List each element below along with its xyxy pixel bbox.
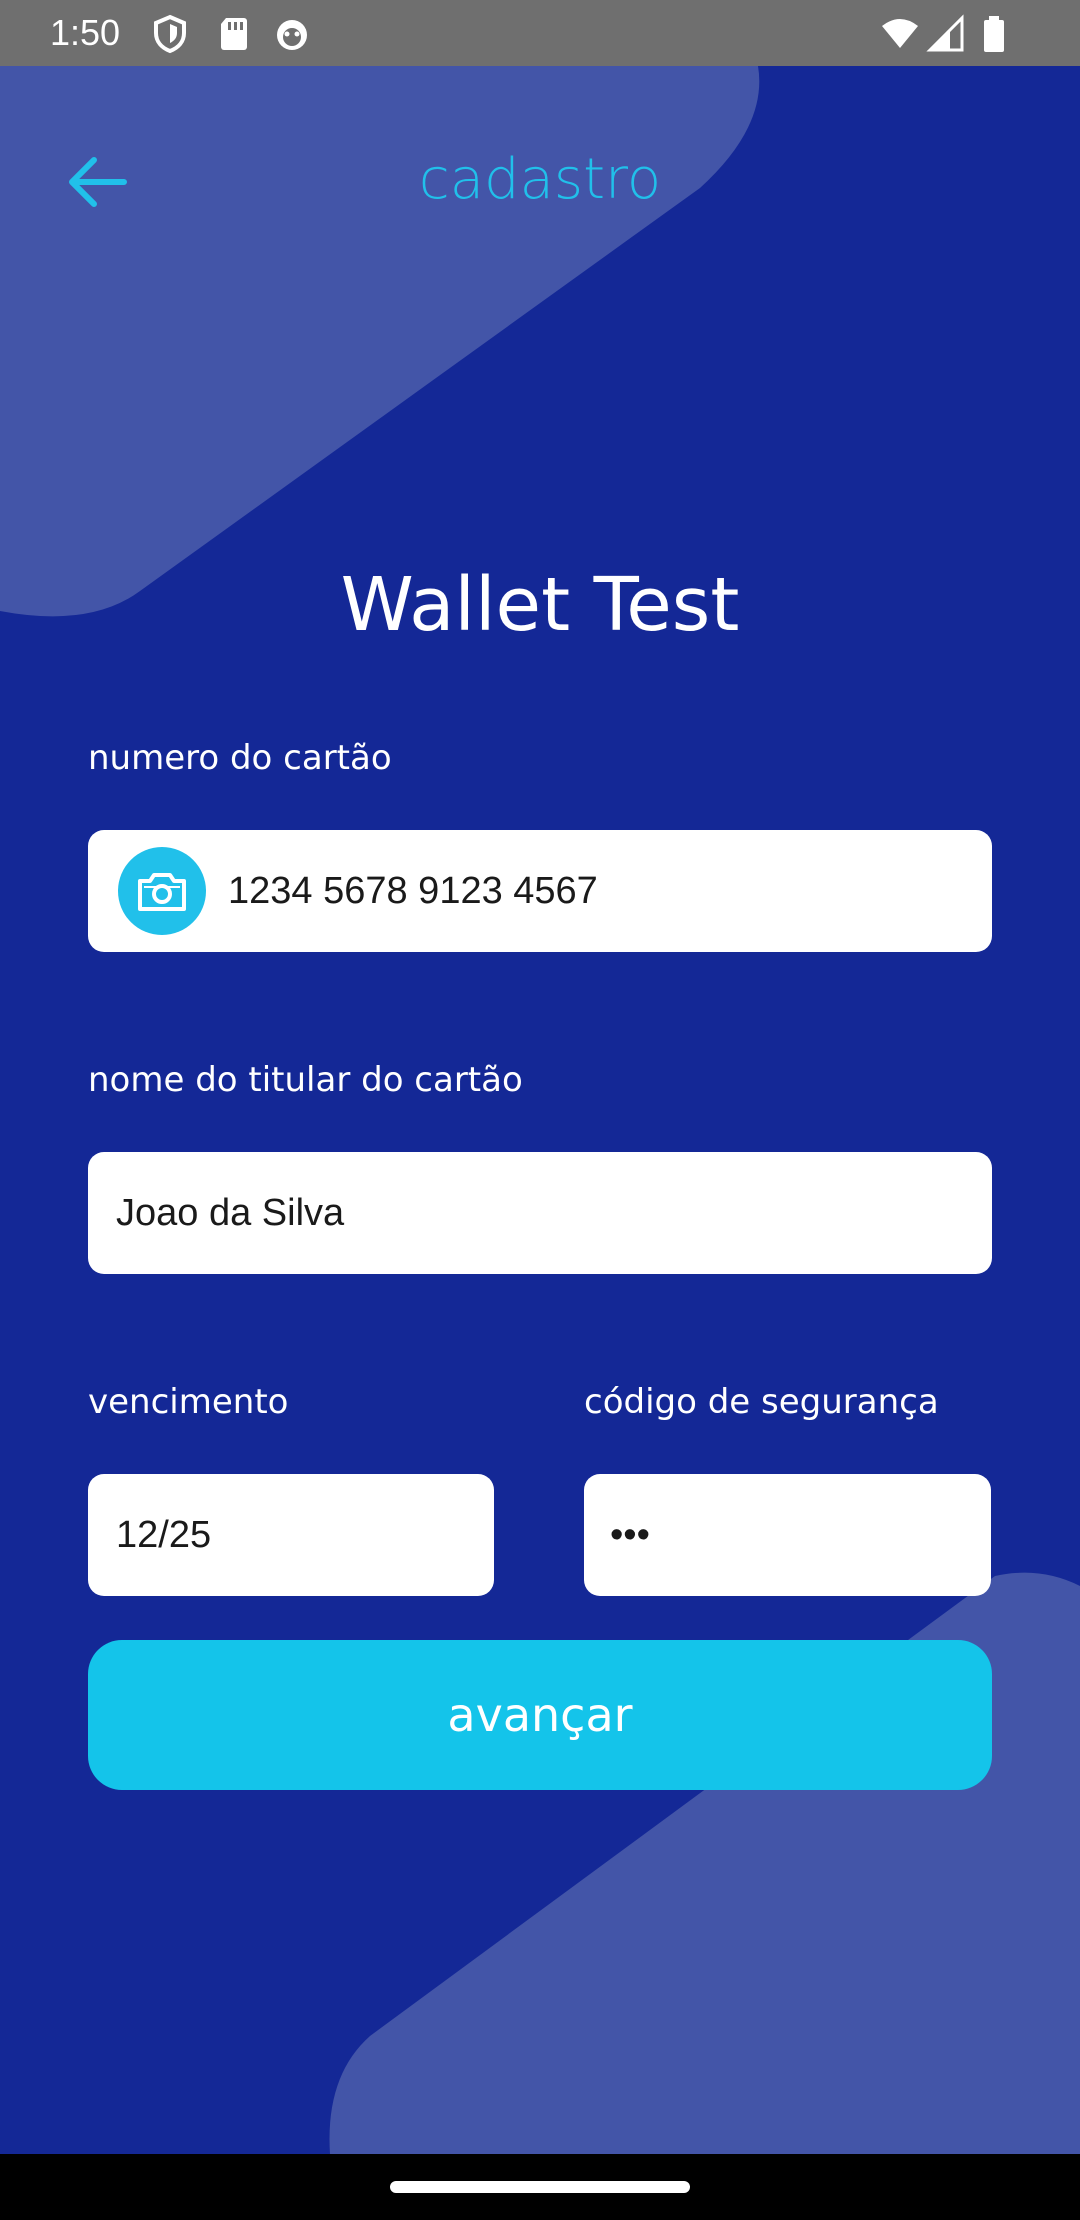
status-bar: 1:50 (0, 0, 1080, 66)
signal-icon (926, 14, 966, 54)
expiry-value: 12/25 (116, 1513, 212, 1556)
status-time: 1:50 (50, 12, 121, 53)
registration-screen: cadastro Wallet Test numero do cartão 12… (0, 66, 1080, 2154)
security-code-value: ••• (610, 1513, 650, 1556)
card-number-field[interactable]: 1234 5678 9123 4567 (88, 830, 992, 952)
wifi-icon (880, 14, 920, 54)
shield-icon (150, 14, 190, 54)
security-code-field[interactable]: ••• (584, 1474, 991, 1596)
expiry-field[interactable]: 12/25 (88, 1474, 494, 1596)
holder-name-value: Joao da Silva (116, 1191, 345, 1234)
scan-card-button[interactable] (118, 847, 206, 935)
holder-name-label: nome do titular do cartão (88, 1060, 523, 1100)
home-gesture-handle[interactable] (390, 2181, 690, 2193)
camera-icon (138, 873, 186, 911)
holder-name-field[interactable]: Joao da Silva (88, 1152, 992, 1274)
expiry-label: vencimento (88, 1382, 289, 1422)
navigation-bar (0, 2154, 1080, 2220)
header-title: cadastro (418, 147, 662, 212)
card-number-label: numero do cartão (88, 738, 392, 778)
card-number-value: 1234 5678 9123 4567 (228, 869, 598, 912)
android-icon (272, 14, 312, 54)
background-shapes (0, 66, 1080, 2154)
app-title: Wallet Test (340, 562, 740, 648)
battery-icon (974, 14, 1014, 54)
sd-card-icon (214, 14, 254, 54)
security-code-label: código de segurança (584, 1382, 939, 1422)
submit-button[interactable]: avançar (88, 1640, 992, 1790)
